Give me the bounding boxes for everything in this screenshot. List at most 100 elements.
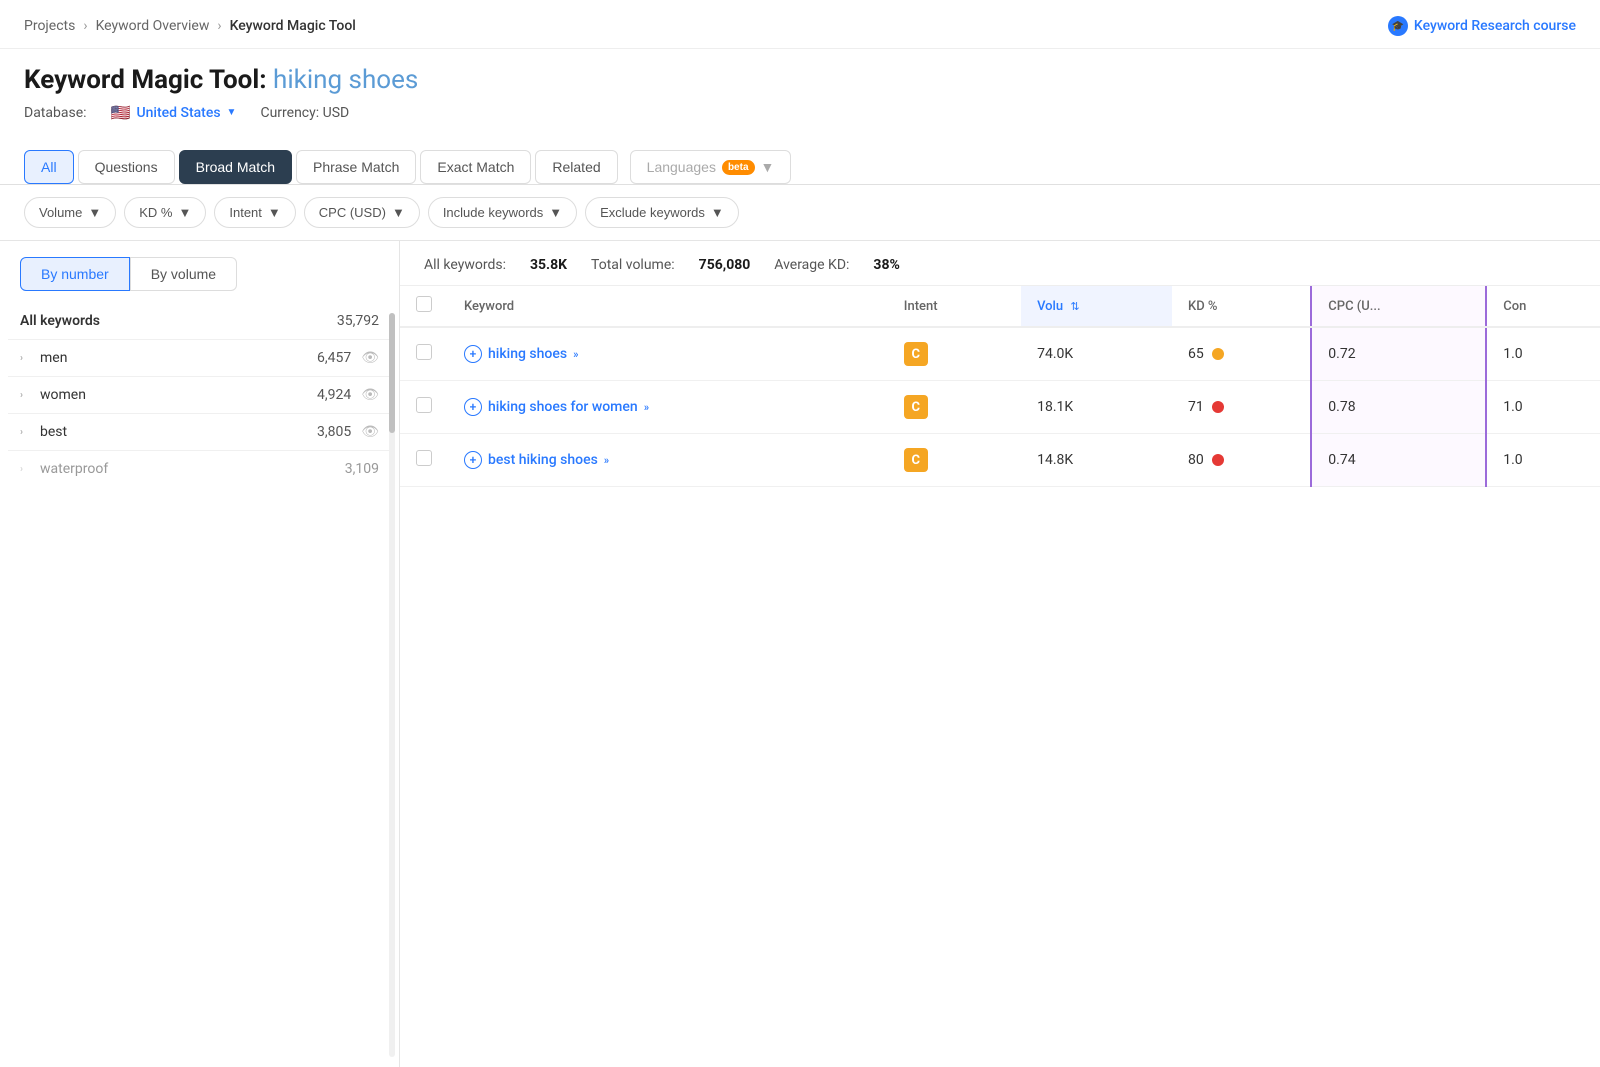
filter-exclude-chevron-icon: ▼ [711,205,724,220]
database-label: Database: [24,105,87,121]
intent-badge-1: C [904,342,928,366]
keyword-link-2[interactable]: + hiking shoes for women » [464,398,872,416]
kw-list-header-label: All keywords [20,313,100,329]
th-keyword: Keyword [448,286,888,327]
row-checkbox-1[interactable] [416,344,432,360]
tabs-section: All Questions Broad Match Phrase Match E… [0,134,1600,185]
kw-item-left-men: › men [20,350,67,366]
th-volume[interactable]: Volu ⇅ [1021,286,1172,327]
filter-volume[interactable]: Volume ▼ [24,197,116,228]
filter-cpc[interactable]: CPC (USD) ▼ [304,197,420,228]
filter-volume-label: Volume [39,205,82,220]
scroll-thumb[interactable] [389,313,395,433]
page-wrapper: Projects › Keyword Overview › Keyword Ma… [0,0,1600,1067]
td-kd-2: 71 [1172,381,1311,434]
breadcrumb-keyword-overview[interactable]: Keyword Overview [96,18,210,34]
breadcrumb-sep-2: › [217,18,221,34]
keyword-text-2: hiking shoes for women [488,399,638,415]
breadcrumb-projects[interactable]: Projects [24,18,75,34]
tab-phrase-match[interactable]: Phrase Match [296,150,416,184]
tabs-row: All Questions Broad Match Phrase Match E… [24,150,1576,184]
td-checkbox-2 [400,381,448,434]
td-intent-2: C [888,381,1021,434]
page-meta: Database: 🇺🇸 United States ▼ Currency: U… [24,103,1576,122]
tab-exact-match[interactable]: Exact Match [420,150,531,184]
tab-questions[interactable]: Questions [78,150,175,184]
course-icon: 🎓 [1388,16,1408,36]
toggle-by-volume[interactable]: By volume [130,257,237,291]
kw-list-header-count: 35,792 [337,313,379,329]
filter-include-keywords[interactable]: Include keywords ▼ [428,197,577,228]
tab-related[interactable]: Related [535,150,617,184]
stats-volume-label: Total volume: [591,257,675,273]
filter-exclude-keywords[interactable]: Exclude keywords ▼ [585,197,739,228]
kw-list-header: All keywords 35,792 [8,303,391,339]
page-title-prefix: Keyword Magic Tool: [24,65,267,95]
eye-icon[interactable]: 👁 [361,424,379,440]
stats-keywords-value: 35.8K [530,257,567,273]
th-intent: Intent [888,286,1021,327]
add-keyword-btn-3[interactable]: + [464,451,482,469]
filter-intent[interactable]: Intent ▼ [214,197,295,228]
breadcrumb-current: Keyword Magic Tool [230,18,356,34]
breadcrumb-sep-1: › [83,18,87,34]
expand-arrow-icon: › [20,390,32,401]
add-keyword-btn-2[interactable]: + [464,398,482,416]
kd-cell-1: 65 [1188,346,1294,362]
left-sidebar: By number By volume All keywords 35,792 … [0,241,400,1067]
row-checkbox-2[interactable] [416,397,432,413]
stats-avg-kd-label: Average KD: [774,257,849,273]
filter-kd[interactable]: KD % ▼ [124,197,206,228]
keyword-link-3[interactable]: + best hiking shoes » [464,451,872,469]
kw-item-count: 3,109 [345,461,379,477]
filters-row: Volume ▼ KD % ▼ Intent ▼ CPC (USD) ▼ Inc… [0,185,1600,241]
expand-arrow-icon: › [20,353,32,364]
currency-label: Currency: USD [260,105,349,121]
td-intent-3: C [888,434,1021,487]
keyword-link-1[interactable]: + hiking shoes » [464,345,872,363]
scroll-track [389,313,395,1057]
intent-badge-3: C [904,448,928,472]
row-checkbox-3[interactable] [416,450,432,466]
sidebar-scroll-container: All keywords 35,792 › men 6,457 👁 [0,303,399,1067]
kw-item-left-best: › best [20,424,67,440]
database-selector[interactable]: 🇺🇸 United States ▼ [111,103,237,122]
breadcrumb: Projects › Keyword Overview › Keyword Ma… [0,0,1600,49]
kw-item-label: men [40,350,67,366]
flag-icon: 🇺🇸 [111,103,131,122]
list-item[interactable]: › women 4,924 👁 [8,376,391,413]
td-intent-1: C [888,327,1021,381]
course-link[interactable]: 🎓 Keyword Research course [1388,16,1576,36]
eye-icon[interactable]: 👁 [361,387,379,403]
td-cpc-2: 0.78 [1311,381,1486,434]
intent-badge-2: C [904,395,928,419]
table-row: + hiking shoes for women » C 18.1K [400,381,1600,434]
eye-icon[interactable]: 👁 [361,350,379,366]
td-con-1: 1.0 [1486,327,1600,381]
tab-languages[interactable]: Languages beta ▼ [630,150,792,184]
kw-item-label: best [40,424,67,440]
td-volume-1: 74.0K [1021,327,1172,381]
list-item[interactable]: › waterproof 3,109 [8,450,391,487]
sort-icon: ⇅ [1070,300,1079,313]
add-keyword-btn-1[interactable]: + [464,345,482,363]
tab-all[interactable]: All [24,150,74,184]
td-checkbox-1 [400,327,448,381]
course-link-text: Keyword Research course [1414,18,1576,34]
database-value: United States [136,105,220,121]
select-all-checkbox[interactable] [416,296,432,312]
filter-exclude-label: Exclude keywords [600,205,705,220]
filter-kd-label: KD % [139,205,172,220]
td-keyword-2: + hiking shoes for women » [448,381,888,434]
td-kd-3: 80 [1172,434,1311,487]
page-title: Keyword Magic Tool: hiking shoes [24,65,1576,95]
list-item[interactable]: › best 3,805 👁 [8,413,391,450]
keyword-list: All keywords 35,792 › men 6,457 👁 [0,303,399,1067]
keyword-text-1: hiking shoes [488,346,567,362]
tab-broad-match[interactable]: Broad Match [179,150,292,184]
toggle-by-number[interactable]: By number [20,257,130,291]
list-item[interactable]: › men 6,457 👁 [8,339,391,376]
filter-intent-chevron-icon: ▼ [268,205,281,220]
kd-value-3: 80 [1188,452,1204,468]
chevron-down-icon: ▼ [227,107,237,118]
